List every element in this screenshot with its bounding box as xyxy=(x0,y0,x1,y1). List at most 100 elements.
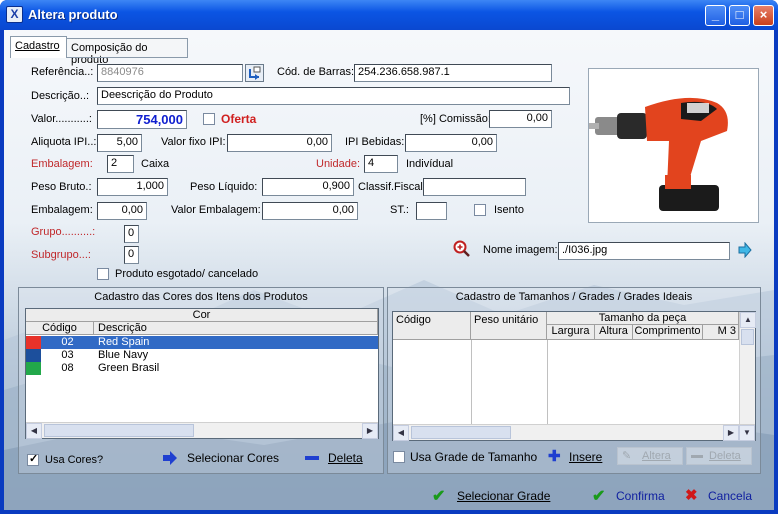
scroll-left-icon[interactable]: ◀ xyxy=(393,425,409,441)
scroll-up-icon[interactable]: ▲ xyxy=(740,312,756,328)
color-swatch xyxy=(26,362,41,375)
row-descricao: Blue Navy xyxy=(98,349,149,361)
tamanhos-group-tamanho: Tamanho da peça xyxy=(547,312,739,325)
classif-fiscal-field[interactable] xyxy=(423,178,526,196)
cod-barras-label: Cód. de Barras: xyxy=(277,66,355,78)
tamanhos-group: Cadastro de Tamanhos / Grades / Grades I… xyxy=(387,287,761,474)
insere-button[interactable]: Insere xyxy=(569,450,602,464)
scroll-left-icon[interactable]: ◀ xyxy=(26,423,42,439)
usa-cores-checkbox[interactable] xyxy=(27,452,39,466)
valor-field[interactable]: 754,000 xyxy=(97,110,187,129)
unidade-label: Unidade: xyxy=(316,158,361,170)
peso-bruto-label: Peso Bruto.: xyxy=(31,181,92,193)
esgotado-checkbox[interactable] xyxy=(97,268,109,280)
embalagem-label: Embalagem: xyxy=(31,158,93,170)
st-label: ST.: xyxy=(390,204,409,216)
usa-grade-checkbox[interactable] xyxy=(393,451,405,463)
peso-liquido-label: Peso Líquido: xyxy=(190,181,258,193)
col-divider xyxy=(471,340,472,424)
aliquota-label: Aliquota IPI..: xyxy=(31,136,97,148)
zoom-icon[interactable] xyxy=(453,240,471,258)
window: X Altera produto _ □ × Cadastro Composiç… xyxy=(0,0,778,514)
scroll-thumb[interactable] xyxy=(411,426,511,439)
cod-barras-field[interactable]: 254.236.658.987.1 xyxy=(354,64,552,82)
valor-fixo-label: Valor fixo IPI: xyxy=(161,136,226,148)
oferta-checkbox[interactable] xyxy=(203,113,215,125)
embalagem-unit: Caixa xyxy=(141,158,170,170)
esgotado-label: Produto esgotado/ cancelado xyxy=(115,268,259,280)
altera-button[interactable]: ✎ Altera xyxy=(617,447,683,465)
tamanhos-title: Cadastro de Tamanhos / Grades / Grades I… xyxy=(455,291,693,303)
scroll-down-icon[interactable]: ▼ xyxy=(739,425,755,441)
scroll-right-icon[interactable]: ▶ xyxy=(723,425,739,441)
deleta-cores-button[interactable]: Deleta xyxy=(328,451,363,465)
table-row[interactable]: 03 Blue Navy xyxy=(26,349,378,362)
minimize-button[interactable]: _ xyxy=(705,5,726,26)
tamanhos-hscrollbar[interactable]: ◀ ▶ ▼ xyxy=(393,424,755,441)
check-icon: ✔ xyxy=(432,488,446,505)
nome-imagem-field[interactable]: ./I036.jpg xyxy=(558,242,730,260)
ipi-bebidas-field[interactable]: 0,00 xyxy=(405,134,497,152)
close-x-icon: ✖ xyxy=(685,487,698,504)
window-title: Altera produto xyxy=(28,7,118,22)
cores-col-descricao: Descrição xyxy=(94,322,378,335)
unidade-unit: Indivídual xyxy=(406,158,454,170)
color-swatch xyxy=(26,349,41,362)
drill-image xyxy=(589,97,728,211)
cores-title: Cadastro das Cores dos Itens dos Produto… xyxy=(94,291,308,303)
arrow-right-icon[interactable] xyxy=(738,241,752,259)
valor-embalagem-field[interactable]: 0,00 xyxy=(262,202,358,220)
tamanhos-col-codigo: Código xyxy=(393,312,471,340)
row-descricao: Red Spain xyxy=(98,336,150,348)
tamanhos-grid[interactable]: Código Peso unitário Tamanho da peça Lar… xyxy=(392,311,756,441)
subgrupo-field[interactable]: 0 xyxy=(124,246,139,264)
grupo-field[interactable]: 0 xyxy=(124,225,139,243)
tamanhos-col-peso: Peso unitário xyxy=(471,312,547,340)
scroll-thumb[interactable] xyxy=(741,329,754,345)
check-icon: ✔ xyxy=(592,488,606,505)
embalagem-field[interactable]: 2 xyxy=(107,155,134,173)
pencil-icon: ✎ xyxy=(622,450,632,462)
minus-icon xyxy=(691,455,703,458)
maximize-button[interactable]: □ xyxy=(729,5,750,26)
peso-bruto-field[interactable]: 1,000 xyxy=(97,178,168,196)
referencia-field[interactable]: 8840976 xyxy=(97,64,243,82)
embalagem2-field[interactable]: 0,00 xyxy=(97,202,147,220)
deleta-grade-button[interactable]: Deleta xyxy=(686,447,752,465)
cores-grid[interactable]: Cor Código Descrição 02 Red Spain 03 Blu… xyxy=(25,308,379,439)
tamanhos-col-m3: M 3 xyxy=(703,325,739,340)
usa-grade-label: Usa Grade de Tamanho xyxy=(410,450,538,464)
cancela-button[interactable]: Cancela xyxy=(708,489,752,503)
product-image xyxy=(588,68,759,223)
table-row[interactable]: 02 Red Spain xyxy=(26,336,378,349)
cores-header-cor: Cor xyxy=(26,309,378,322)
swap-icon[interactable] xyxy=(245,64,264,82)
app-icon: X xyxy=(6,6,23,23)
isento-checkbox[interactable] xyxy=(474,204,486,216)
title-bar: X Altera produto _ □ × xyxy=(0,0,778,30)
comissao-field[interactable]: 0,00 xyxy=(489,110,552,128)
aliquota-field[interactable]: 5,00 xyxy=(97,134,142,152)
minus-icon xyxy=(305,456,319,460)
unidade-field[interactable]: 4 xyxy=(364,155,398,173)
selecionar-grade-button[interactable]: Selecionar Grade xyxy=(457,489,550,503)
selecionar-cores-button[interactable]: Selecionar Cores xyxy=(187,451,279,465)
oferta-label: Oferta xyxy=(221,112,257,126)
table-row[interactable]: 08 Green Brasil xyxy=(26,362,378,375)
row-codigo: 08 xyxy=(61,362,74,374)
cores-hscrollbar[interactable]: ◀ ▶ xyxy=(26,422,378,439)
isento-label: Isento xyxy=(494,204,524,216)
tab-composicao[interactable]: Composição do produto xyxy=(66,38,188,66)
scroll-right-icon[interactable]: ▶ xyxy=(362,423,378,439)
tamanhos-col-comprimento: Comprimento xyxy=(633,325,703,340)
descricao-label: Descrição..: xyxy=(31,90,90,102)
tamanhos-vscrollbar[interactable]: ▲ xyxy=(739,312,756,424)
close-button[interactable]: × xyxy=(753,5,774,26)
descricao-field[interactable]: Deescrição do Produto xyxy=(97,87,570,105)
confirma-button[interactable]: Confirma xyxy=(616,489,665,503)
tab-cadastro[interactable]: Cadastro xyxy=(10,36,67,58)
st-field[interactable] xyxy=(416,202,447,220)
peso-liquido-field[interactable]: 0,900 xyxy=(262,178,354,196)
valor-fixo-field[interactable]: 0,00 xyxy=(227,134,332,152)
scroll-thumb[interactable] xyxy=(44,424,194,437)
